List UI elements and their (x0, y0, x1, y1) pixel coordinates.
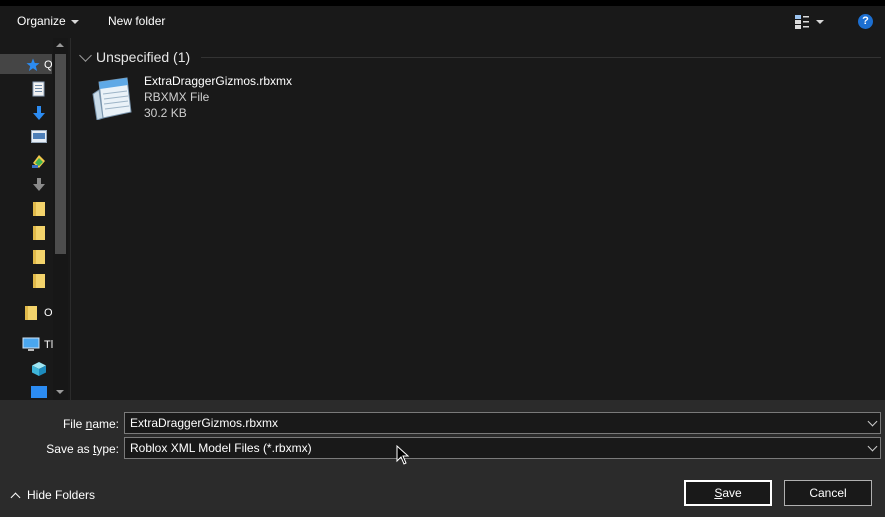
chevron-up-icon (10, 492, 21, 502)
chevron-down-icon (79, 48, 92, 62)
nav-item-folder-1[interactable] (22, 200, 54, 220)
nav-item-app[interactable] (22, 152, 54, 172)
chevron-down-icon[interactable] (867, 441, 878, 452)
nav-item-label: Q (44, 59, 53, 71)
mouse-cursor-icon (396, 445, 410, 465)
navigation-pane: Q O Tl (0, 38, 71, 400)
save-label-rest: ave (722, 486, 742, 500)
folder-icon (33, 274, 45, 288)
hide-folders-button[interactable]: Hide Folders (10, 488, 96, 502)
new-folder-button[interactable]: New folder (108, 6, 165, 36)
scroll-thumb[interactable] (55, 54, 66, 254)
help-button[interactable]: ? (858, 14, 873, 29)
desktop-icon (31, 386, 47, 398)
nav-item-downloads[interactable] (22, 104, 54, 124)
cancel-button[interactable]: Cancel (784, 480, 872, 506)
nav-item-documents[interactable] (22, 80, 54, 100)
file-name-input[interactable]: ExtraDraggerGizmos.rbxmx (124, 412, 881, 434)
nav-item-label: O (44, 307, 53, 319)
toolbar: Organize New folder ? (0, 6, 885, 38)
organize-button[interactable]: Organize (17, 6, 79, 36)
download-icon (33, 106, 45, 120)
folder-icon (33, 226, 45, 240)
nav-item-folder-4[interactable] (22, 272, 54, 292)
nav-item-onedrive[interactable]: O (22, 304, 54, 324)
cube-icon (32, 362, 46, 376)
save-type-select[interactable]: Roblox XML Model Files (*.rbxmx) (124, 437, 881, 459)
chevron-down-icon[interactable] (867, 416, 878, 427)
group-title: Unspecified (1) (96, 49, 191, 65)
organize-label: Organize (17, 14, 66, 28)
folder-icon (33, 202, 45, 216)
app-icon (32, 155, 45, 168)
file-name: ExtraDraggerGizmos.rbxmx (144, 74, 293, 88)
star-icon (26, 58, 40, 71)
file-name-label-prefix: File (62, 417, 86, 431)
file-name-value: ExtraDraggerGizmos.rbxmx (130, 416, 279, 430)
save-type-label: Save as type: (4, 442, 119, 456)
file-name-label: File name: (4, 417, 119, 431)
file-item[interactable]: ExtraDraggerGizmos.rbxmx RBXMX File 30.2… (91, 72, 351, 124)
document-icon (32, 81, 45, 97)
folder-icon (33, 250, 45, 264)
nav-item-this-pc[interactable]: Tl (22, 336, 54, 356)
scroll-down-icon[interactable] (56, 390, 64, 394)
nav-item-3d-objects[interactable] (22, 360, 54, 380)
file-type: RBXMX File (144, 90, 210, 104)
nav-item-quick-access[interactable]: Q (22, 56, 54, 76)
nav-scrollbar[interactable] (53, 38, 68, 400)
nav-item-label: Tl (44, 339, 54, 351)
folder-icon (25, 306, 37, 320)
file-name-label-suffix: ame: (92, 417, 119, 431)
change-view-button[interactable] (794, 14, 830, 30)
file-list: Unspecified (1) ExtraDraggerGizmos.rbxmx… (71, 38, 885, 400)
nav-item-folder-2[interactable] (22, 224, 54, 244)
save-type-label-prefix: Save as (46, 442, 93, 456)
save-button[interactable]: Save (684, 480, 772, 506)
nav-item-downloads-2[interactable] (22, 176, 54, 196)
hide-folders-label: Hide Folders (27, 488, 96, 502)
group-header[interactable]: Unspecified (1) (79, 48, 190, 66)
group-divider (201, 57, 881, 58)
nav-item-folder-3[interactable] (22, 248, 54, 268)
details-view-icon (795, 15, 809, 29)
scroll-up-icon[interactable] (56, 43, 64, 47)
save-type-value: Roblox XML Model Files (*.rbxmx) (130, 441, 312, 455)
notepad-file-icon (92, 77, 132, 120)
nav-item-pictures[interactable] (22, 128, 54, 148)
arrow-down-icon (33, 178, 45, 191)
save-type-label-suffix: ype: (96, 442, 119, 456)
chevron-down-icon (816, 20, 824, 24)
monitor-icon (22, 337, 40, 351)
file-size: 30.2 KB (144, 106, 187, 120)
chevron-down-icon (70, 19, 79, 24)
image-icon (31, 130, 47, 143)
